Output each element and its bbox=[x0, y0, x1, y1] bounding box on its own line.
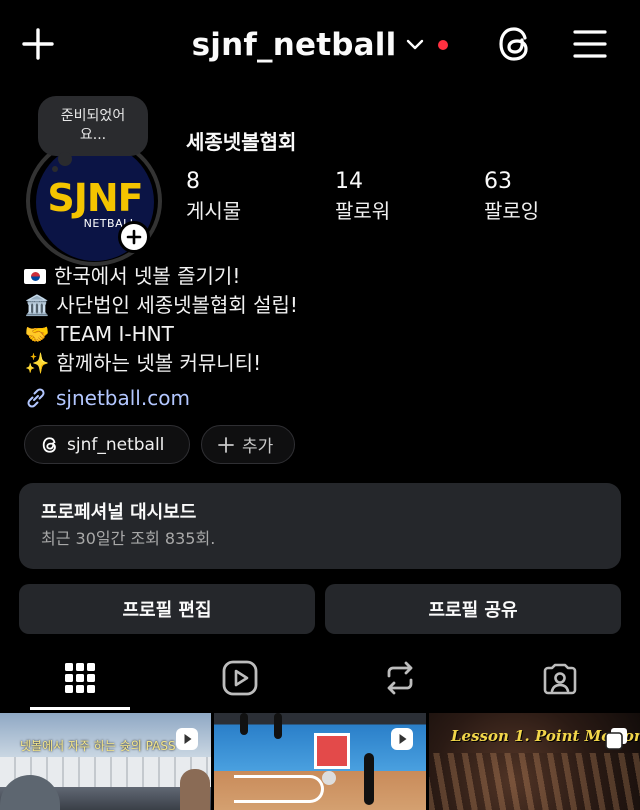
handshake-icon: 🤝 bbox=[24, 322, 50, 346]
add-link-chip[interactable]: 추가 bbox=[201, 425, 295, 464]
thumbnail-figure bbox=[180, 769, 210, 810]
note-bubble[interactable]: 준비되었어요... bbox=[38, 96, 148, 156]
bio-line-text: 사단법인 세종넷볼협회 설립! bbox=[56, 293, 298, 317]
stat-value: 63 bbox=[484, 169, 512, 194]
thumbnail-court-arc bbox=[234, 775, 324, 803]
thumbnail-crowd bbox=[429, 753, 640, 810]
stat-label: 게시물 bbox=[186, 199, 242, 223]
bio-line: 한국에서 넷볼 즐기기! bbox=[24, 262, 624, 291]
website-link-text: sjnetball.com bbox=[56, 386, 190, 410]
stat-label: 팔로워 bbox=[335, 199, 391, 223]
building-icon: 🏛️ bbox=[24, 293, 50, 317]
plus-icon bbox=[218, 436, 234, 453]
profile-tabs bbox=[0, 650, 640, 710]
thumbnail-player bbox=[364, 753, 374, 805]
plus-icon bbox=[126, 229, 142, 245]
add-story-button[interactable] bbox=[118, 221, 150, 253]
stat-value: 14 bbox=[335, 169, 363, 194]
menu-icon[interactable] bbox=[570, 24, 610, 64]
posts-grid: 넷볼에서 자주 하는 슛의 PASS Lesson 1. Point Motio… bbox=[0, 713, 640, 810]
dashboard-title: 프로페셔널 대시보드 bbox=[41, 502, 197, 523]
avatar-logo-text: SJNF bbox=[47, 175, 143, 220]
grid-icon bbox=[65, 663, 95, 693]
thumbnail-ball bbox=[322, 771, 336, 785]
thumbnail-caption: 넷볼에서 자주 하는 슛의 PASS bbox=[20, 739, 176, 753]
notification-dot bbox=[438, 40, 449, 50]
grid-thumbnail[interactable]: 넷볼에서 자주 하는 슛의 PASS bbox=[0, 713, 211, 810]
carousel-icon bbox=[605, 728, 627, 750]
stat-followers[interactable]: 14 팔로워 bbox=[335, 168, 390, 226]
tab-tagged[interactable] bbox=[480, 650, 640, 706]
threads-profile-chip[interactable]: sjnf_netball bbox=[24, 425, 190, 464]
display-name: 세종넷볼협회 bbox=[186, 130, 297, 154]
bio-line-text: 함께하는 넷볼 커뮤니티! bbox=[56, 351, 262, 375]
username: sjnf_netball bbox=[191, 27, 397, 63]
reels-icon bbox=[222, 660, 258, 696]
note-bubble-tail-small bbox=[52, 166, 58, 172]
bio-line-text: TEAM I-HNT bbox=[56, 322, 174, 346]
thumbnail-player bbox=[240, 713, 248, 735]
stat-value: 8 bbox=[186, 169, 200, 194]
edit-profile-button[interactable]: 프로필 편집 bbox=[19, 584, 315, 634]
website-link[interactable]: sjnetball.com bbox=[24, 386, 190, 410]
tab-reels[interactable] bbox=[160, 650, 320, 706]
reposts-icon bbox=[387, 661, 413, 695]
share-profile-button[interactable]: 프로필 공유 bbox=[325, 584, 621, 634]
grid-thumbnail[interactable]: Lesson 1. Point Motion bbox=[429, 713, 640, 810]
tab-reposts[interactable] bbox=[320, 650, 480, 706]
bio-line: ✨ 함께하는 넷볼 커뮤니티! bbox=[24, 349, 624, 378]
bio-line: 🤝 TEAM I-HNT bbox=[24, 320, 624, 349]
link-icon bbox=[27, 388, 45, 408]
korea-flag-icon bbox=[24, 269, 46, 284]
chevron-down-icon bbox=[406, 36, 424, 55]
active-tab-indicator bbox=[30, 707, 130, 710]
note-bubble-tail bbox=[58, 152, 72, 166]
account-switcher[interactable]: sjnf_netball bbox=[0, 20, 640, 70]
reel-icon bbox=[391, 728, 413, 750]
tab-posts[interactable] bbox=[0, 650, 160, 706]
threads-icon[interactable] bbox=[494, 22, 536, 66]
grid-thumbnail[interactable] bbox=[214, 713, 426, 810]
stat-following[interactable]: 63 팔로잉 bbox=[484, 168, 539, 226]
thumbnail-player bbox=[274, 713, 282, 739]
bio: 한국에서 넷볼 즐기기! 🏛️ 사단법인 세종넷볼협회 설립! 🤝 TEAM I… bbox=[24, 262, 624, 378]
threads-icon bbox=[42, 436, 56, 453]
thumbnail-court-marking bbox=[314, 733, 350, 769]
tagged-icon bbox=[543, 663, 577, 695]
note-text: 준비되었어요... bbox=[60, 108, 126, 143]
dashboard-subtitle: 최근 30일간 조회 835회. bbox=[41, 529, 216, 548]
add-chip-label: 추가 bbox=[242, 437, 274, 457]
professional-dashboard[interactable]: 프로페셔널 대시보드 최근 30일간 조회 835회. bbox=[19, 483, 621, 569]
top-bar: sjnf_netball bbox=[0, 0, 640, 92]
sparkles-icon: ✨ bbox=[24, 351, 50, 375]
stat-posts[interactable]: 8 게시물 bbox=[186, 168, 241, 226]
bio-line-text: 한국에서 넷볼 즐기기! bbox=[54, 264, 241, 288]
threads-chip-label: sjnf_netball bbox=[67, 434, 165, 455]
reel-icon bbox=[176, 728, 198, 750]
stat-label: 팔로잉 bbox=[484, 199, 540, 223]
bio-line: 🏛️ 사단법인 세종넷볼협회 설립! bbox=[24, 291, 624, 320]
